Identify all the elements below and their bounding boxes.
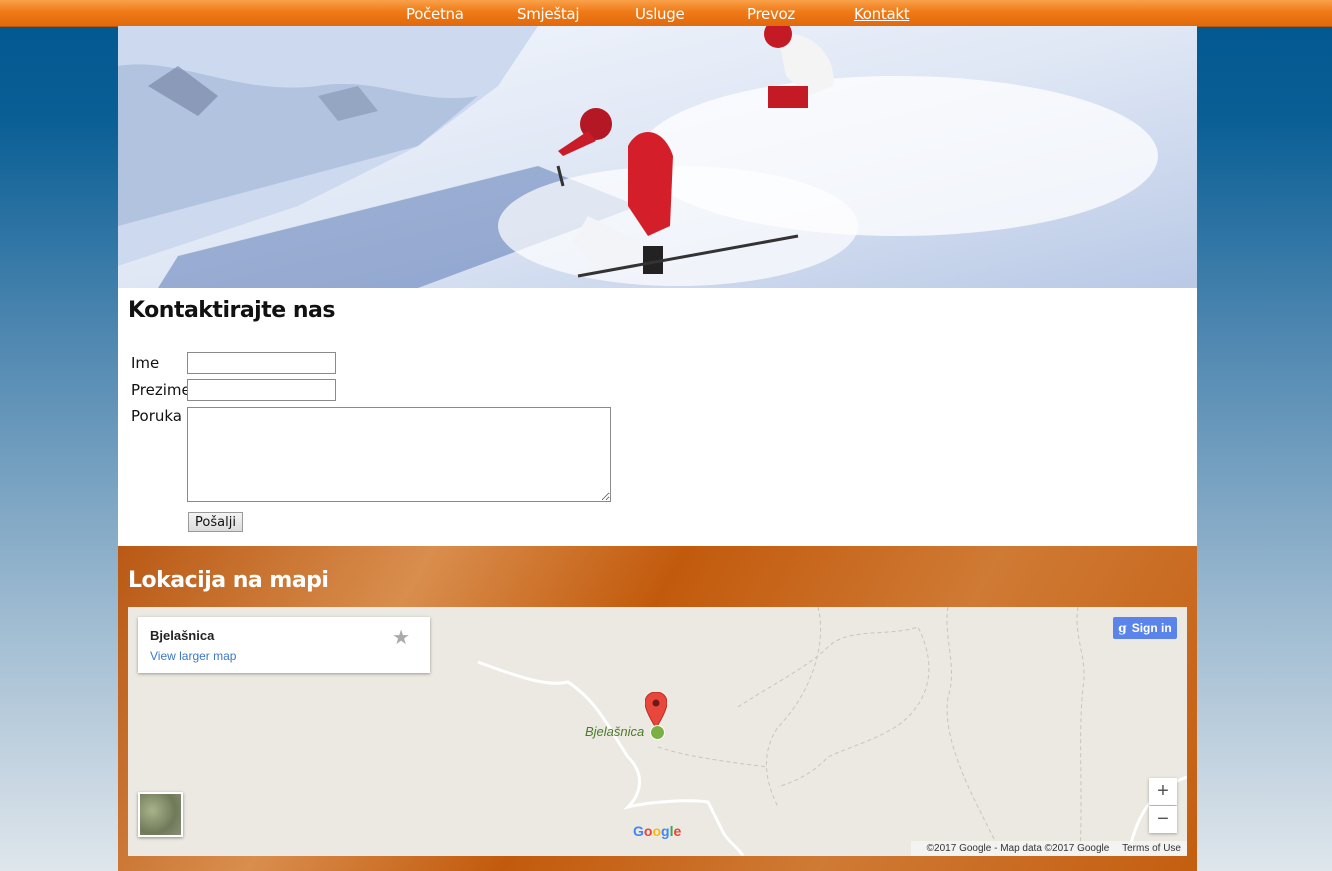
star-icon[interactable]: ★ <box>392 625 410 650</box>
skiers-illustration <box>118 26 1197 288</box>
last-name-label: Prezime <box>131 381 191 399</box>
nav-item-kontakt[interactable]: Kontakt <box>854 5 910 23</box>
ski-resort-icon <box>650 725 665 740</box>
place-name: Bjelašnica <box>150 628 215 643</box>
first-name-label: Ime <box>131 354 160 372</box>
message-label: Poruka <box>131 407 182 425</box>
top-navigation: Početna Smještaj Usluge Prevoz Kontakt <box>0 0 1332 27</box>
send-button[interactable]: Pošalji <box>188 512 243 532</box>
embedded-map[interactable]: Bjelašnica View larger map ★ g Sign in Bj… <box>128 607 1187 856</box>
terms-of-use-link[interactable]: Terms of Use <box>1122 843 1181 854</box>
message-textarea[interactable] <box>187 407 611 502</box>
map-section: Lokacija na mapi Bjelašnica View larger … <box>118 546 1197 871</box>
map-pin-icon[interactable] <box>645 692 667 728</box>
first-name-field[interactable] <box>187 352 336 374</box>
marker-label: Bjelašnica <box>585 724 645 739</box>
sign-in-button[interactable]: g Sign in <box>1113 617 1177 639</box>
contact-section: Kontaktirajte nas Ime Prezime Poruka Poš… <box>118 288 1197 546</box>
hero-banner-image <box>118 26 1197 288</box>
view-larger-map-link[interactable]: View larger map <box>150 649 236 663</box>
zoom-out-button[interactable]: − <box>1149 806 1177 833</box>
nav-item-usluge[interactable]: Usluge <box>635 5 685 23</box>
attribution-text: ©2017 Google - Map data ©2017 Google <box>926 843 1110 854</box>
nav-item-prevoz[interactable]: Prevoz <box>747 5 795 23</box>
map-attribution: ©2017 Google - Map data ©2017 Google Ter… <box>910 841 1187 856</box>
nav-item-smjestaj[interactable]: Smještaj <box>517 5 579 23</box>
nav-item-pocetna[interactable]: Početna <box>406 5 464 23</box>
google-plus-icon: g <box>1118 621 1127 635</box>
page-container: Kontaktirajte nas Ime Prezime Poruka Poš… <box>118 26 1197 871</box>
place-info-card: Bjelašnica View larger map ★ <box>138 617 430 673</box>
zoom-in-button[interactable]: + <box>1149 778 1177 805</box>
satellite-toggle-thumbnail[interactable] <box>138 792 183 837</box>
google-logo: Google <box>633 823 682 839</box>
last-name-field[interactable] <box>187 379 336 401</box>
map-section-title: Lokacija na mapi <box>128 568 329 593</box>
contact-title: Kontaktirajte nas <box>128 298 335 323</box>
